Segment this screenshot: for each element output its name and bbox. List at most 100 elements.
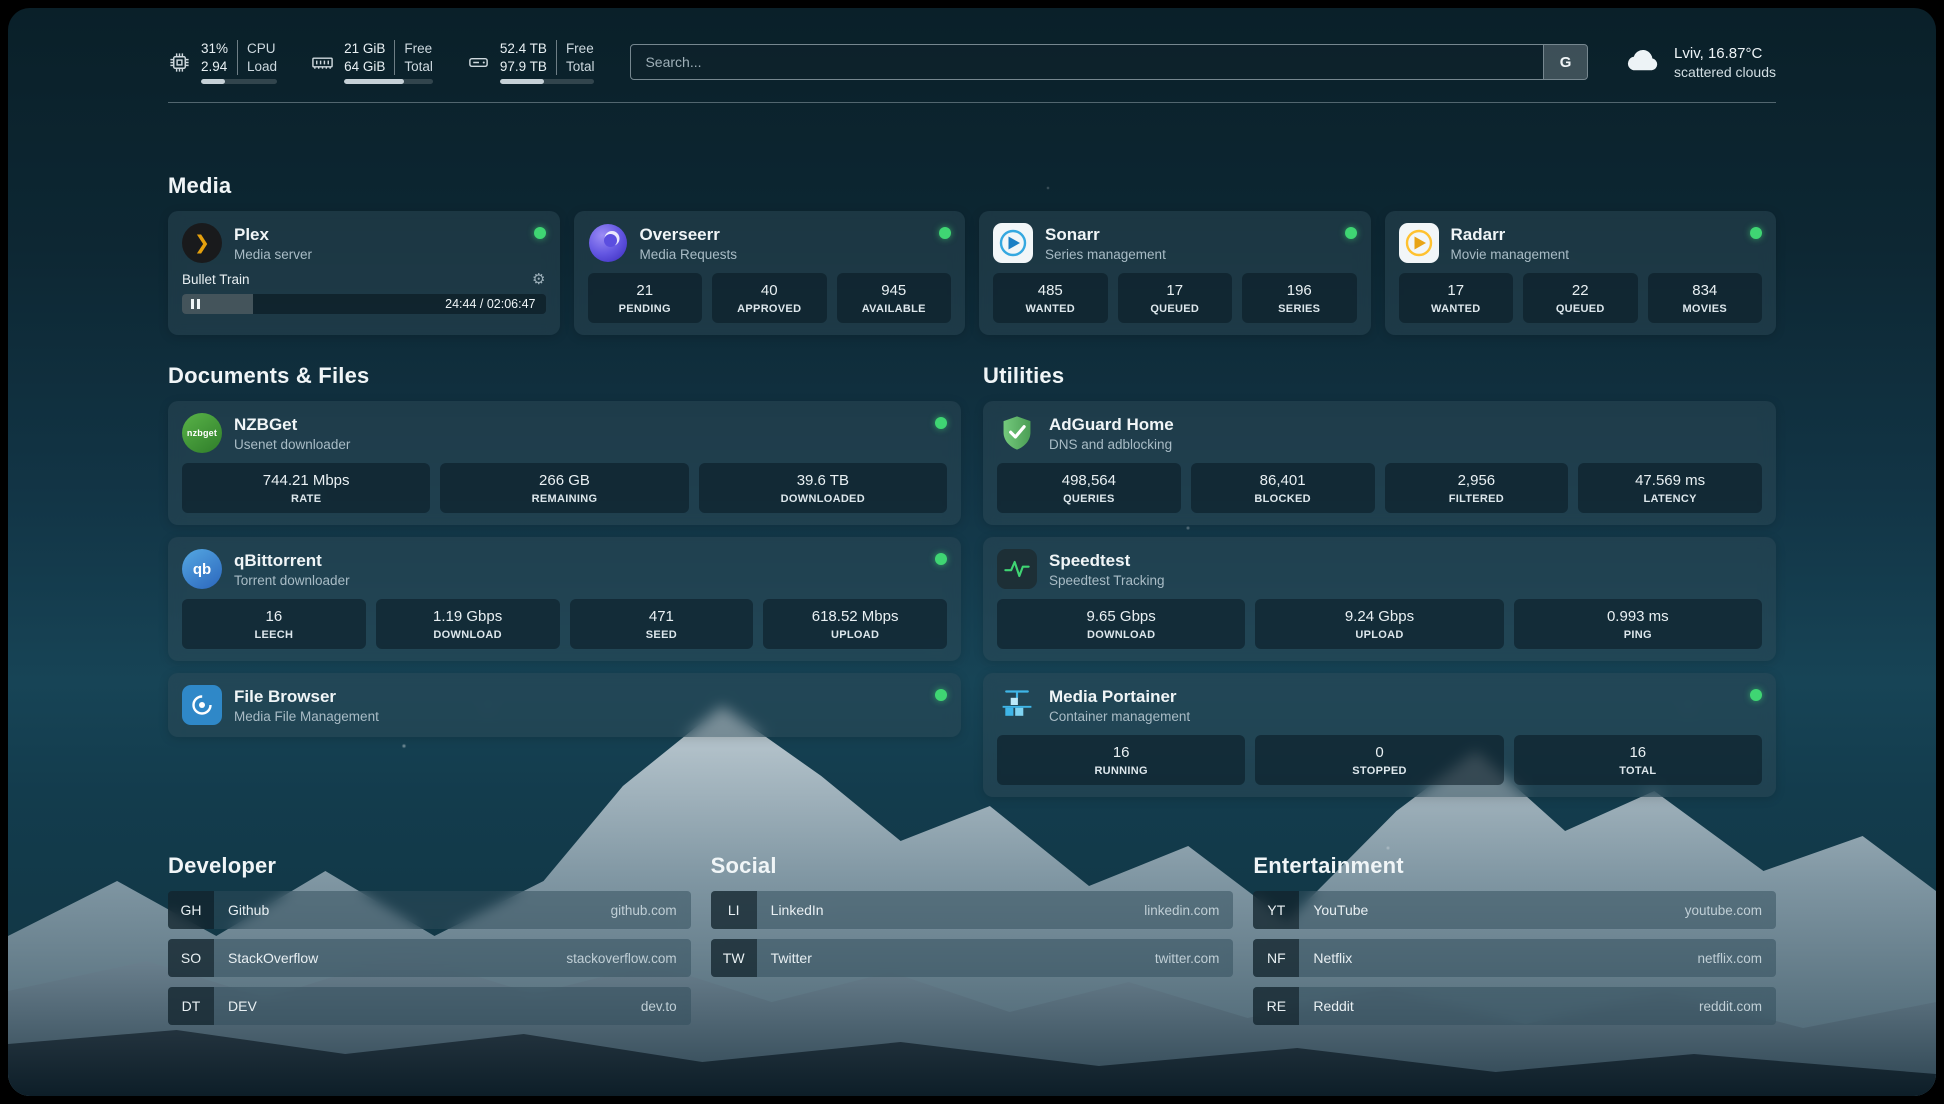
bookmark-abbr: DT: [168, 987, 214, 1025]
bookmark-abbr: TW: [711, 939, 757, 977]
cpu-progress-fill: [201, 79, 225, 84]
filebrowser-title: File Browser: [234, 687, 379, 707]
bookmark-abbr: GH: [168, 891, 214, 929]
weather-location: Lviv, 16.87°C: [1674, 45, 1776, 62]
sonarr-stat-series: 196SERIES: [1242, 273, 1357, 323]
cpu-widget: 31% 2.94 CPU Load: [168, 40, 277, 84]
search-input[interactable]: [631, 45, 1543, 79]
bookmark-youtube[interactable]: YT YouTube youtube.com: [1253, 891, 1776, 929]
sonarr-stat-wanted: 485WANTED: [993, 273, 1108, 323]
disk-total-label: Total: [566, 58, 595, 75]
radarr-title: Radarr: [1451, 225, 1570, 245]
qbittorrent-status-dot: [935, 553, 947, 565]
bookmark-url: reddit.com: [1699, 999, 1776, 1014]
disk-progress-fill: [500, 79, 544, 84]
portainer-stat-running: 16RUNNING: [997, 735, 1245, 785]
radarr-subtitle: Movie management: [1451, 247, 1570, 262]
speedtest-subtitle: Speedtest Tracking: [1049, 573, 1165, 588]
sonarr-status-dot: [1345, 227, 1357, 239]
qbittorrent-icon: qb: [182, 549, 222, 589]
speedtest-stat-download: 9.65 GbpsDOWNLOAD: [997, 599, 1245, 649]
bookmark-name: Twitter: [757, 950, 812, 966]
sonarr-stat-queued: 17QUEUED: [1118, 273, 1233, 323]
ram-icon: [311, 51, 334, 74]
bookmark-twitter[interactable]: TW Twitter twitter.com: [711, 939, 1234, 977]
bookmark-name: Netflix: [1299, 950, 1352, 966]
portainer-subtitle: Container management: [1049, 709, 1190, 724]
bookmark-stackoverflow[interactable]: SO StackOverflow stackoverflow.com: [168, 939, 691, 977]
overseerr-card[interactable]: Overseerr Media Requests 21PENDING 40APP…: [574, 211, 966, 335]
disk-free-label: Free: [566, 40, 595, 57]
bookmark-dev[interactable]: DT DEV dev.to: [168, 987, 691, 1025]
search-engine-button[interactable]: G: [1543, 45, 1587, 79]
plex-playback-time: 24:44 / 02:06:47: [445, 297, 535, 311]
system-stats: 31% 2.94 CPU Load: [168, 40, 594, 84]
qbittorrent-stat-upload: 618.52 MbpsUPLOAD: [763, 599, 947, 649]
bookmark-linkedin[interactable]: LI LinkedIn linkedin.com: [711, 891, 1234, 929]
documents-section: Documents & Files nzbget NZBGet Usenet d…: [168, 363, 961, 797]
social-bookmarks: Social LI LinkedIn linkedin.com TW Twitt…: [711, 853, 1234, 1035]
sonarr-card[interactable]: Sonarr Series management 485WANTED 17QUE…: [979, 211, 1371, 335]
utilities-section: Utilities: [983, 363, 1776, 797]
speedtest-title: Speedtest: [1049, 551, 1165, 571]
bookmark-url: linkedin.com: [1144, 903, 1233, 918]
adguard-stat-latency: 47.569 msLATENCY: [1578, 463, 1762, 513]
speedtest-stat-ping: 0.993 msPING: [1514, 599, 1762, 649]
ram-total-value: 64 GiB: [344, 58, 385, 75]
bookmark-url: github.com: [611, 903, 691, 918]
bookmark-abbr: NF: [1253, 939, 1299, 977]
bookmark-reddit[interactable]: RE Reddit reddit.com: [1253, 987, 1776, 1025]
bookmark-name: DEV: [214, 998, 257, 1014]
cpu-progress-bar: [201, 79, 277, 84]
overseerr-subtitle: Media Requests: [640, 247, 738, 262]
filebrowser-card[interactable]: File Browser Media File Management: [168, 673, 961, 737]
speedtest-card[interactable]: Speedtest Speedtest Tracking 9.65 GbpsDO…: [983, 537, 1776, 661]
nzbget-subtitle: Usenet downloader: [234, 437, 350, 452]
qbittorrent-stat-leech: 16LEECH: [182, 599, 366, 649]
adguard-card[interactable]: AdGuard Home DNS and adblocking 498,564Q…: [983, 401, 1776, 525]
weather-condition: scattered clouds: [1674, 64, 1776, 80]
adguard-shield-icon: [997, 413, 1037, 453]
gear-icon[interactable]: ⚙: [532, 272, 545, 287]
nzbget-card[interactable]: nzbget NZBGet Usenet downloader 744.21 M…: [168, 401, 961, 525]
radarr-stat-movies: 834MOVIES: [1648, 273, 1763, 323]
qbittorrent-card[interactable]: qb qBittorrent Torrent downloader 16LEEC…: [168, 537, 961, 661]
bookmark-name: Github: [214, 902, 269, 918]
plex-status-dot: [534, 227, 546, 239]
qbittorrent-subtitle: Torrent downloader: [234, 573, 350, 588]
utilities-heading: Utilities: [983, 363, 1776, 389]
portainer-card[interactable]: Media Portainer Container management 16R…: [983, 673, 1776, 797]
bookmark-github[interactable]: GH Github github.com: [168, 891, 691, 929]
media-heading: Media: [168, 173, 1776, 199]
media-section: Media ❯ Plex Media server Bullet Train: [168, 173, 1776, 335]
adguard-subtitle: DNS and adblocking: [1049, 437, 1174, 452]
qbittorrent-stat-download: 1.19 GbpsDOWNLOAD: [376, 599, 560, 649]
sonarr-icon: [993, 223, 1033, 263]
filebrowser-icon: [182, 685, 222, 725]
bookmark-name: Reddit: [1299, 998, 1353, 1014]
radarr-stat-wanted: 17WANTED: [1399, 273, 1514, 323]
bookmark-name: StackOverflow: [214, 950, 318, 966]
adguard-stat-queries: 498,564QUERIES: [997, 463, 1181, 513]
overseerr-icon: [588, 223, 628, 263]
bookmark-abbr: RE: [1253, 987, 1299, 1025]
pause-icon[interactable]: [191, 299, 200, 309]
plex-card[interactable]: ❯ Plex Media server Bullet Train ⚙: [168, 211, 560, 335]
radarr-card[interactable]: Radarr Movie management 17WANTED 22QUEUE…: [1385, 211, 1777, 335]
overseerr-title: Overseerr: [640, 225, 738, 245]
bookmark-url: twitter.com: [1155, 951, 1234, 966]
radarr-icon: [1399, 223, 1439, 263]
overseerr-status-dot: [939, 227, 951, 239]
nzbget-stat-rate: 744.21 MbpsRATE: [182, 463, 430, 513]
adguard-stat-blocked: 86,401BLOCKED: [1191, 463, 1375, 513]
weather-widget[interactable]: Lviv, 16.87°C scattered clouds: [1624, 41, 1776, 84]
bookmark-netflix[interactable]: NF Netflix netflix.com: [1253, 939, 1776, 977]
disk-total-value: 97.9 TB: [500, 58, 547, 75]
cpu-icon: [168, 51, 191, 74]
portainer-stat-stopped: 0STOPPED: [1255, 735, 1503, 785]
bookmark-url: stackoverflow.com: [566, 951, 690, 966]
ram-free-label: Free: [404, 40, 433, 57]
plex-now-playing: Bullet Train: [182, 272, 250, 287]
ram-widget: 21 GiB 64 GiB Free Total: [311, 40, 433, 84]
adguard-title: AdGuard Home: [1049, 415, 1174, 435]
